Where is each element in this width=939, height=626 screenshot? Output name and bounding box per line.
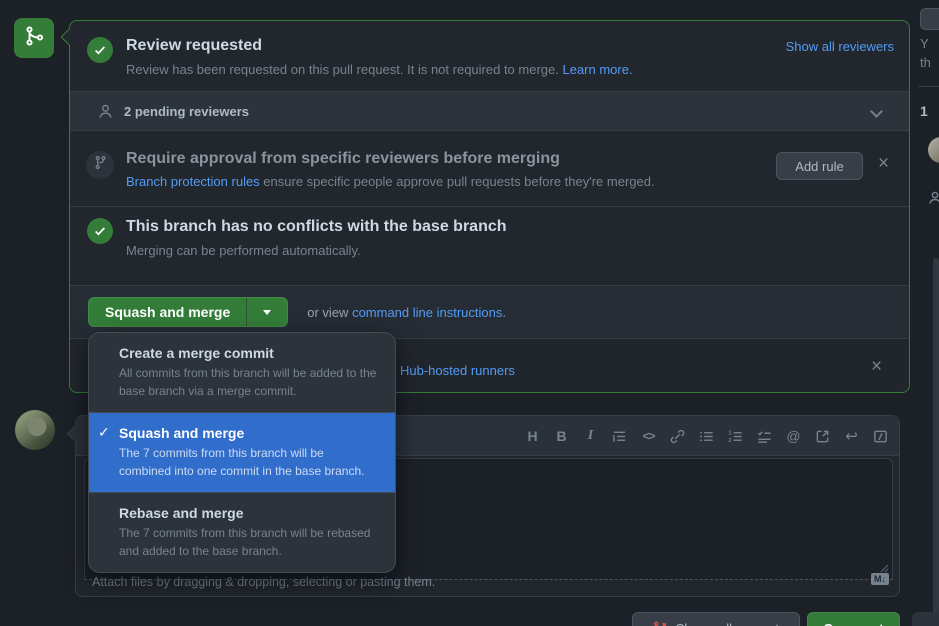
pr-closed-icon (653, 621, 668, 626)
merge-method-dropdown: Create a merge commit All commits from t… (88, 332, 396, 573)
svg-text:1: 1 (728, 430, 731, 436)
slash-command-icon[interactable] (872, 427, 889, 445)
list-ordered-icon[interactable]: 12 (727, 427, 744, 445)
merge-options-caret[interactable] (246, 298, 287, 326)
link-icon[interactable] (669, 427, 686, 445)
merge-action-row: Squash and merge or view command line in… (70, 286, 909, 338)
markdown-icon: M↓ (871, 573, 889, 585)
branch-protection-title: Require approval from specific reviewers… (126, 150, 560, 168)
pending-reviewers-label: 2 pending reviewers (124, 104, 249, 119)
comment-button[interactable]: Comment (807, 612, 900, 626)
user-avatar (15, 410, 55, 450)
heading-icon[interactable]: H (524, 427, 541, 445)
cross-reference-icon[interactable] (814, 427, 831, 445)
sidebar-partial-icon (927, 190, 939, 211)
caret-down-icon (263, 310, 271, 315)
menu-item-rebase-and-merge[interactable]: Rebase and merge The 7 commits from this… (89, 492, 395, 572)
squash-and-merge-button[interactable]: Squash and merge (88, 297, 288, 327)
sidebar-divider (918, 86, 939, 87)
hosted-runners-link[interactable]: Hub-hosted runners (400, 363, 515, 378)
no-conflicts-title: This branch has no conflicts with the ba… (126, 218, 507, 236)
tasklist-icon[interactable] (756, 427, 773, 445)
sidebar-partial-avatar (928, 137, 939, 163)
reply-icon[interactable]: ↩ (843, 427, 860, 445)
timeline-merge-badge (14, 18, 54, 58)
bold-icon[interactable]: B (553, 427, 570, 445)
dismiss-branch-protection-icon[interactable]: × (878, 157, 889, 171)
git-merge-icon (22, 24, 46, 53)
add-rule-button[interactable]: Add rule (776, 152, 863, 180)
quote-icon[interactable] (611, 427, 628, 445)
page: Review requested Review has been request… (0, 0, 939, 626)
branch-rule-icon (93, 155, 108, 175)
markdown-toolbar: H B I <> 12 @ (524, 416, 889, 456)
sidebar-partial-text-2: th (920, 55, 931, 70)
italic-icon[interactable]: I (582, 427, 599, 445)
merge-button-label: Squash and merge (89, 298, 246, 326)
close-pull-request-button[interactable]: Close pull request (632, 612, 800, 626)
learn-more-link[interactable]: Learn more. (562, 62, 632, 77)
svg-text:2: 2 (728, 438, 731, 444)
sidebar-partial-button[interactable] (920, 8, 939, 30)
menu-item-squash-and-merge[interactable]: ✓ Squash and merge The 7 commits from th… (89, 412, 395, 492)
code-icon[interactable]: <> (640, 427, 657, 445)
check-icon: ✓ (98, 424, 110, 441)
menu-item-create-merge-commit[interactable]: Create a merge commit All commits from t… (89, 333, 395, 412)
or-view-text: or view command line instructions. (307, 305, 506, 320)
pending-reviewers-row[interactable]: 2 pending reviewers (70, 91, 909, 131)
close-pr-label: Close pull request (675, 621, 779, 626)
no-conflicts-check (87, 218, 113, 244)
scrollbar[interactable] (933, 258, 939, 626)
review-requested-title: Review requested (126, 37, 262, 55)
attach-files-hint: Attach files by dragging & dropping, sel… (92, 575, 435, 589)
divider (70, 206, 909, 207)
mention-icon[interactable]: @ (785, 427, 802, 445)
branch-protection-desc: Branch protection rules ensure specific … (126, 173, 746, 191)
command-line-instructions-link[interactable]: command line instructions (352, 305, 502, 320)
sidebar-partial-block (912, 612, 939, 626)
person-icon (97, 103, 114, 120)
show-all-reviewers-link[interactable]: Show all reviewers (784, 39, 894, 54)
branch-protection-rules-link[interactable]: Branch protection rules (126, 174, 260, 189)
sidebar-partial-count: 1 (920, 103, 928, 119)
no-conflicts-desc: Merging can be performed automatically. (126, 243, 361, 258)
dismiss-runners-icon[interactable]: × (871, 360, 882, 374)
review-requested-check (87, 37, 113, 63)
branch-protection-icon-circle (86, 151, 114, 179)
review-requested-desc: Review has been requested on this pull r… (126, 61, 726, 79)
chevron-down-icon (870, 105, 883, 118)
sidebar-partial-text-1: Y (920, 36, 929, 51)
list-unordered-icon[interactable] (698, 427, 715, 445)
